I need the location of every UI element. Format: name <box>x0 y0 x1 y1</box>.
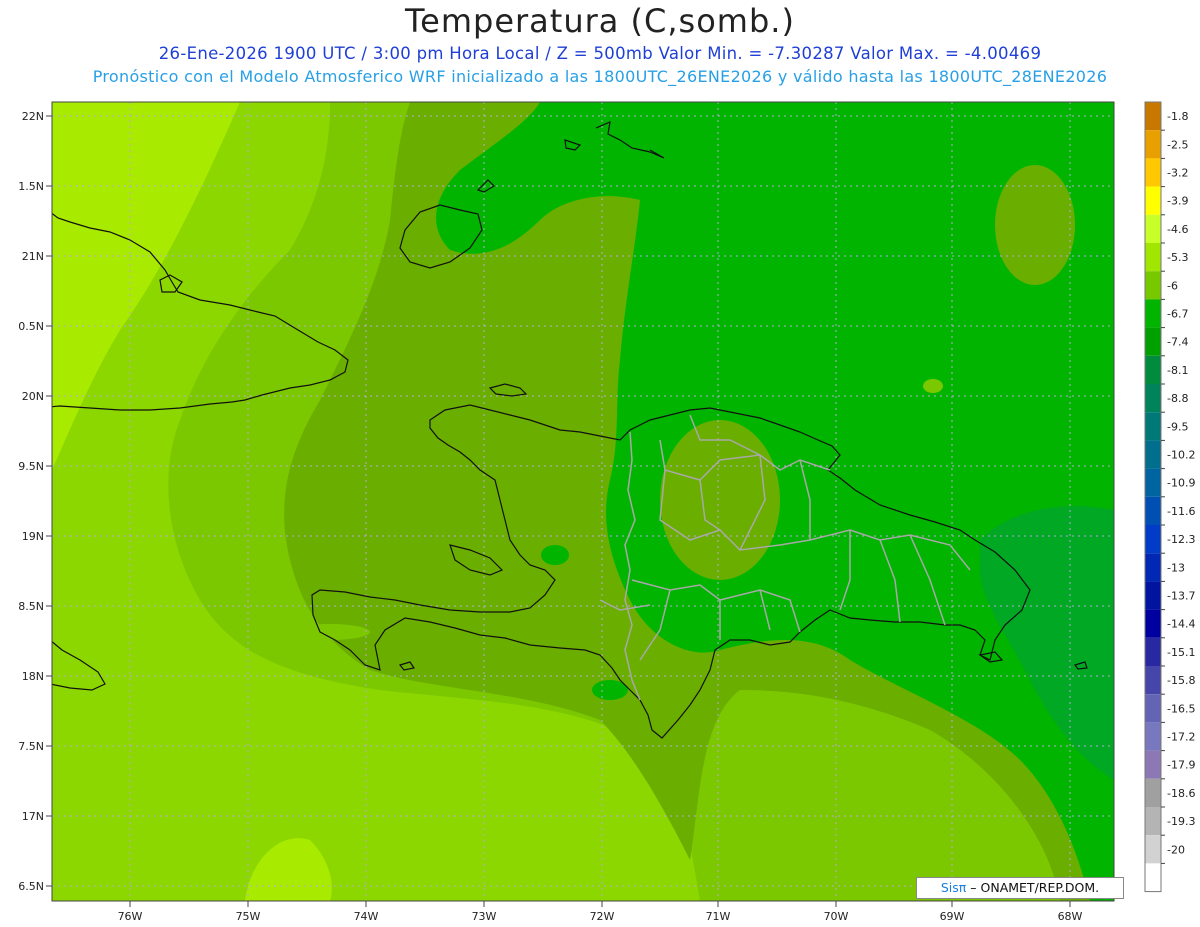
colorbar-label: -1.8 <box>1167 110 1188 123</box>
lon-label: 73W <box>472 910 497 923</box>
lat-label: 17N <box>22 810 44 823</box>
colorbar-swatch <box>1145 778 1161 807</box>
latitude-axis: 22N 1.5N 21N 0.5N 20N 9.5N 19N 8.5N 18N … <box>18 110 52 893</box>
colorbar-label: -13.7 <box>1167 590 1195 603</box>
colorbar-swatch <box>1145 327 1161 356</box>
colorbar-swatch <box>1145 609 1161 638</box>
colorbar-swatch <box>1145 807 1161 836</box>
colorbar-swatch <box>1145 750 1161 779</box>
colorbar-swatch <box>1145 637 1161 666</box>
colorbar-label: -8.1 <box>1167 364 1188 377</box>
field-olive-patch-ne <box>995 165 1075 285</box>
field-bright-patch-2 <box>541 545 569 565</box>
colorbar-swatch <box>1145 102 1161 131</box>
lat-label: 20N <box>22 390 44 403</box>
colorbar-swatch <box>1145 694 1161 723</box>
color-scale-bar: -1.8 -2.5 -3.2 -3.9 -4.6 -5.3 -6 -6.7 -7.4 -8.1 -8… <box>1144 101 1195 893</box>
field-olive-patch-hisp <box>660 420 780 580</box>
colorbar-swatch <box>1145 863 1161 892</box>
colorbar-swatch <box>1145 243 1161 272</box>
colorbar-label: -2.5 <box>1167 138 1188 151</box>
colorbar-swatch <box>1145 355 1161 384</box>
colorbar-label: -11.6 <box>1167 505 1195 518</box>
colorbar-label: -16.5 <box>1167 702 1195 715</box>
colorbar-label: -20 <box>1167 843 1185 856</box>
lon-label: 72W <box>590 910 615 923</box>
colorbar-swatch <box>1145 412 1161 441</box>
colorbar-label: -6.7 <box>1167 308 1188 321</box>
colorbar-label: -4.6 <box>1167 223 1188 236</box>
colorbar-label: -10.9 <box>1167 477 1195 490</box>
field-light-patch-1 <box>96 283 124 307</box>
colorbar-swatch <box>1145 666 1161 695</box>
colorbar-label: -10.2 <box>1167 449 1195 462</box>
colorbar-label: -5.3 <box>1167 251 1188 264</box>
colorbar-swatch <box>1145 271 1161 300</box>
colorbar-swatch <box>1145 158 1161 187</box>
colorbar-label: -6 <box>1167 279 1178 292</box>
lon-label: 71W <box>706 910 731 923</box>
longitude-axis: 76W 75W 74W 73W 72W 71W 70W 69W 68W <box>118 901 1083 923</box>
lat-label: 22N <box>22 110 44 123</box>
lat-label: 0.5N <box>18 320 44 333</box>
colorbar-label: -8.8 <box>1167 392 1188 405</box>
colorbar-swatch <box>1145 440 1161 469</box>
temperature-map: 22N 1.5N 21N 0.5N 20N 9.5N 19N 8.5N 18N … <box>18 101 1195 923</box>
colorbar-swatch <box>1145 186 1161 215</box>
colorbar-label: -3.2 <box>1167 167 1188 180</box>
colorbar-swatch <box>1145 130 1161 159</box>
temperature-field <box>52 102 1114 901</box>
colorbar-label: -17.2 <box>1167 731 1195 744</box>
lon-label: 70W <box>824 910 849 923</box>
colorbar-label: -15.1 <box>1167 646 1195 659</box>
colorbar-label: -12.3 <box>1167 533 1195 546</box>
colorbar-label: -9.5 <box>1167 420 1188 433</box>
colorbar-swatch <box>1145 468 1161 497</box>
colorbar-label: -3.9 <box>1167 195 1188 208</box>
colorbar-label: -15.8 <box>1167 674 1195 687</box>
lat-label: 21N <box>22 250 44 263</box>
lat-label: 6.5N <box>18 880 44 893</box>
lat-label: 18N <box>22 670 44 683</box>
lat-label: 8.5N <box>18 600 44 613</box>
colorbar-swatch <box>1145 299 1161 328</box>
credit-box: Sisπ – ONAMET/REP.DOM. <box>916 877 1124 899</box>
colorbar-swatch <box>1145 835 1161 864</box>
lat-label: 19N <box>22 530 44 543</box>
colorbar-swatch <box>1145 384 1161 413</box>
lat-label: 7.5N <box>18 740 44 753</box>
lon-label: 68W <box>1058 910 1083 923</box>
colorbar-swatch <box>1145 581 1161 610</box>
colorbar-label: -19.3 <box>1167 815 1195 828</box>
colorbar-swatch <box>1145 496 1161 525</box>
colorbar-swatch <box>1145 722 1161 751</box>
field-olive-patch-small <box>923 379 943 393</box>
lat-label: 1.5N <box>18 180 44 193</box>
lat-label: 9.5N <box>18 460 44 473</box>
lon-label: 69W <box>940 910 965 923</box>
colorbar-swatch <box>1145 553 1161 582</box>
colorbar-label: -7.4 <box>1167 336 1188 349</box>
lon-label: 74W <box>354 910 379 923</box>
colorbar-swatch <box>1145 214 1161 243</box>
lon-label: 75W <box>236 910 261 923</box>
lon-label: 76W <box>118 910 143 923</box>
colorbar-label: -18.6 <box>1167 787 1195 800</box>
colorbar-label: -13 <box>1167 561 1185 574</box>
colorbar-label: -14.4 <box>1167 618 1195 631</box>
sispi-logo: Sisπ <box>940 880 967 895</box>
colorbar-swatch <box>1145 525 1161 554</box>
colorbar-label: -17.9 <box>1167 759 1195 772</box>
credit-text: – ONAMET/REP.DOM. <box>970 880 1100 895</box>
